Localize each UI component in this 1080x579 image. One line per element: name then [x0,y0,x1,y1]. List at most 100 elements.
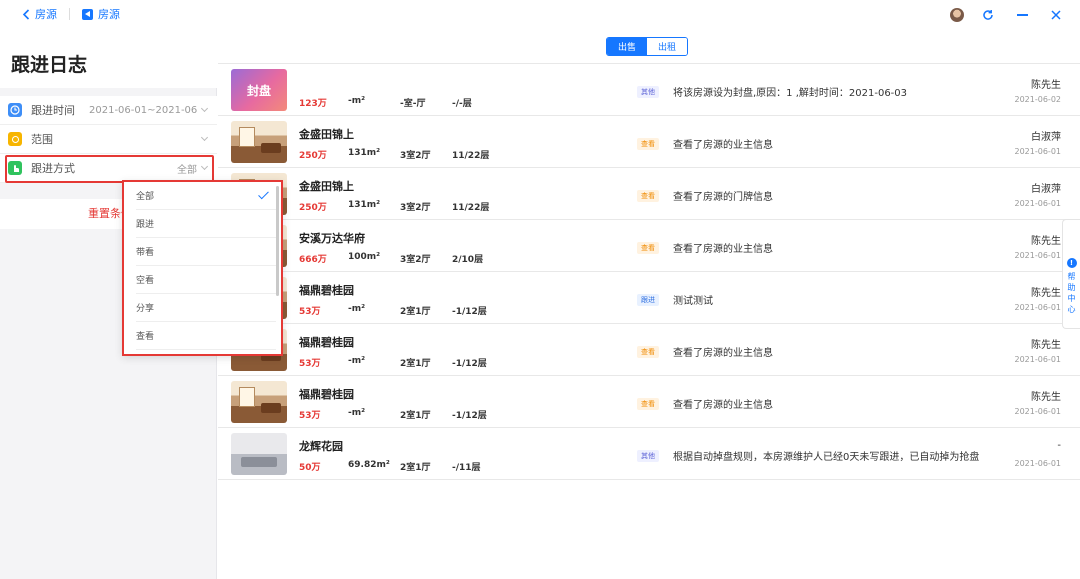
operator-name: 陈先生 [1031,80,1061,91]
listing-specs: 250万 131m² 3室2厅 11/22层 [299,200,489,213]
operator-name: 陈先生 [1031,236,1061,247]
list-item[interactable]: 封盘 123万 -m² -室-厅 -/-层 其他 将该房源设为封盘,原因：1 ,… [218,64,1080,116]
listing-area: 131m² [348,200,381,210]
operator-name: 白淑萍 [1031,184,1061,195]
listing-area: -m² [348,408,366,418]
filter-value: 全部 [177,164,197,176]
log-date: 2021-06-01 [1014,303,1062,312]
chevron-down-icon [200,104,209,113]
listing-thumbnail [231,433,287,475]
filter-list: 跟进时间 2021-06-01~2021-06... 范围 跟进方式 全部 [0,96,217,183]
avatar[interactable] [950,8,964,22]
log-date: 2021-06-02 [1014,95,1062,104]
listing-name: 福鼎碧桂园 [299,284,354,297]
list-item[interactable]: 龙辉花园 50万 69.82m² 2室1厅 -/11层 其他 根据自动掉盘规则，… [218,428,1080,480]
option-label: 分享 [136,304,155,314]
listing-name: 龙辉花园 [299,440,343,453]
filter-follow-method[interactable]: 跟进方式 全部 [0,154,217,183]
nav-divider [69,8,70,20]
listing-layout: 3室2厅 [400,255,431,265]
listing-area: 69.82m² [348,460,390,470]
dropdown-option[interactable]: 全部 [136,182,276,210]
listing-floor: 2/10层 [452,255,484,265]
listing-price: 250万 [299,203,327,213]
tab-rent[interactable]: 出租 [647,38,687,55]
filter-label: 跟进时间 [31,104,75,117]
listing-price: 53万 [299,411,321,421]
listing-area: -m² [348,304,366,314]
operator-name: 白淑萍 [1031,132,1061,143]
listing-floor: 11/22层 [452,203,490,213]
log-description: 查看了房源的业主信息 [673,244,773,255]
listing-name: 安溪万达华府 [299,232,365,245]
window-controls [950,6,1066,24]
option-label: 空看 [136,276,155,286]
listing-specs: 53万 -m² 2室1厅 -1/12层 [299,408,487,421]
close-icon[interactable] [1046,6,1066,24]
listing-floor: -/-层 [452,99,472,109]
filter-scope[interactable]: 范围 [0,125,217,154]
dropdown-scrollbar[interactable] [276,186,279,296]
operator-name: 陈先生 [1031,340,1061,351]
house-tab-icon [82,8,93,20]
action-tag: 查看 [637,190,659,202]
list-item[interactable]: 安溪万达华府 666万 100m² 3室2厅 2/10层 查看 查看了房源的业主… [218,220,1080,272]
dropdown-option[interactable]: 带看 [136,238,276,266]
log-description: 查看了房源的业主信息 [673,400,773,411]
listing-thumbnail: 封盘 [231,69,287,111]
listing-floor: -1/12层 [452,411,487,421]
operator-name: - [1057,440,1061,451]
listing-specs: 50万 69.82m² 2室1厅 -/11层 [299,460,481,473]
listing-layout: 3室2厅 [400,151,431,161]
refresh-icon[interactable] [978,6,998,24]
back-button[interactable]: 房源 [22,6,57,22]
listing-specs: 53万 -m² 2室1厅 -1/12层 [299,304,487,317]
help-center-label: 帮助中心 [1067,272,1076,314]
action-tag: 查看 [637,398,659,410]
help-center-button[interactable]: ! 帮助中心 [1062,219,1080,329]
clock-icon [8,103,22,117]
listing-name: 福鼎碧桂园 [299,388,354,401]
log-description: 查看了房源的业主信息 [673,348,773,359]
operator-name: 陈先生 [1031,288,1061,299]
list-item[interactable]: 福鼎碧桂园 53万 -m² 2室1厅 -1/12层 查看 查看了房源的业主信息 … [218,324,1080,376]
log-description: 将该房源设为封盘,原因：1 ,解封时间：2021-06-03 [673,88,908,99]
info-icon: ! [1066,258,1077,268]
filter-value: 2021-06-01~2021-06... [89,104,197,116]
listing-layout: 2室1厅 [400,411,431,421]
operator-name: 陈先生 [1031,392,1061,403]
chevron-down-icon [200,133,209,142]
minimize-icon[interactable] [1012,6,1032,24]
list-item[interactable]: 金盛田锦上 250万 131m² 3室2厅 11/22层 查看 查看了房源的门牌… [218,168,1080,220]
listing-floor: 11/22层 [452,151,490,161]
listing-specs: 666万 100m² 3室2厅 2/10层 [299,252,483,265]
log-date: 2021-06-01 [1014,251,1062,260]
dropdown-option[interactable]: 分享 [136,294,276,322]
listing-layout: 3室2厅 [400,203,431,213]
listing-area: 100m² [348,252,381,262]
list-item[interactable]: 金盛田锦上 250万 131m² 3室2厅 11/22层 查看 查看了房源的业主… [218,116,1080,168]
dropdown-option[interactable]: 查看 [136,322,276,350]
listing-price: 53万 [299,307,321,317]
sale-rent-tabs: 出售 出租 [606,37,688,56]
listing-thumbnail [231,381,287,423]
listing-specs: 250万 131m² 3室2厅 11/22层 [299,148,489,161]
list-item[interactable]: 福鼎碧桂园 53万 -m² 2室1厅 -1/12层 查看 查看了房源的业主信息 … [218,376,1080,428]
listing-price: 53万 [299,359,321,369]
option-label: 全部 [136,192,155,202]
listing-price: 123万 [299,99,327,109]
follow-method-dropdown: 全部 跟进 带看 空看 分享 查看 [122,180,283,356]
tab-sale[interactable]: 出售 [607,38,647,55]
dropdown-option[interactable]: 跟进 [136,210,276,238]
listing-name: 金盛田锦上 [299,180,354,193]
list-item[interactable]: 福鼎碧桂园 53万 -m² 2室1厅 -1/12层 跟进 测试测试 陈先生 20… [218,272,1080,324]
check-icon [258,188,269,200]
filter-label: 范围 [31,133,53,146]
dropdown-option[interactable]: 空看 [136,266,276,294]
listing-name: 福鼎碧桂园 [299,336,354,349]
breadcrumb[interactable]: 房源 [82,6,120,22]
filter-follow-time[interactable]: 跟进时间 2021-06-01~2021-06... [0,96,217,125]
listing-specs: 53万 -m² 2室1厅 -1/12层 [299,356,487,369]
top-nav: 房源 房源 [0,0,217,28]
listing-floor: -1/12层 [452,359,487,369]
